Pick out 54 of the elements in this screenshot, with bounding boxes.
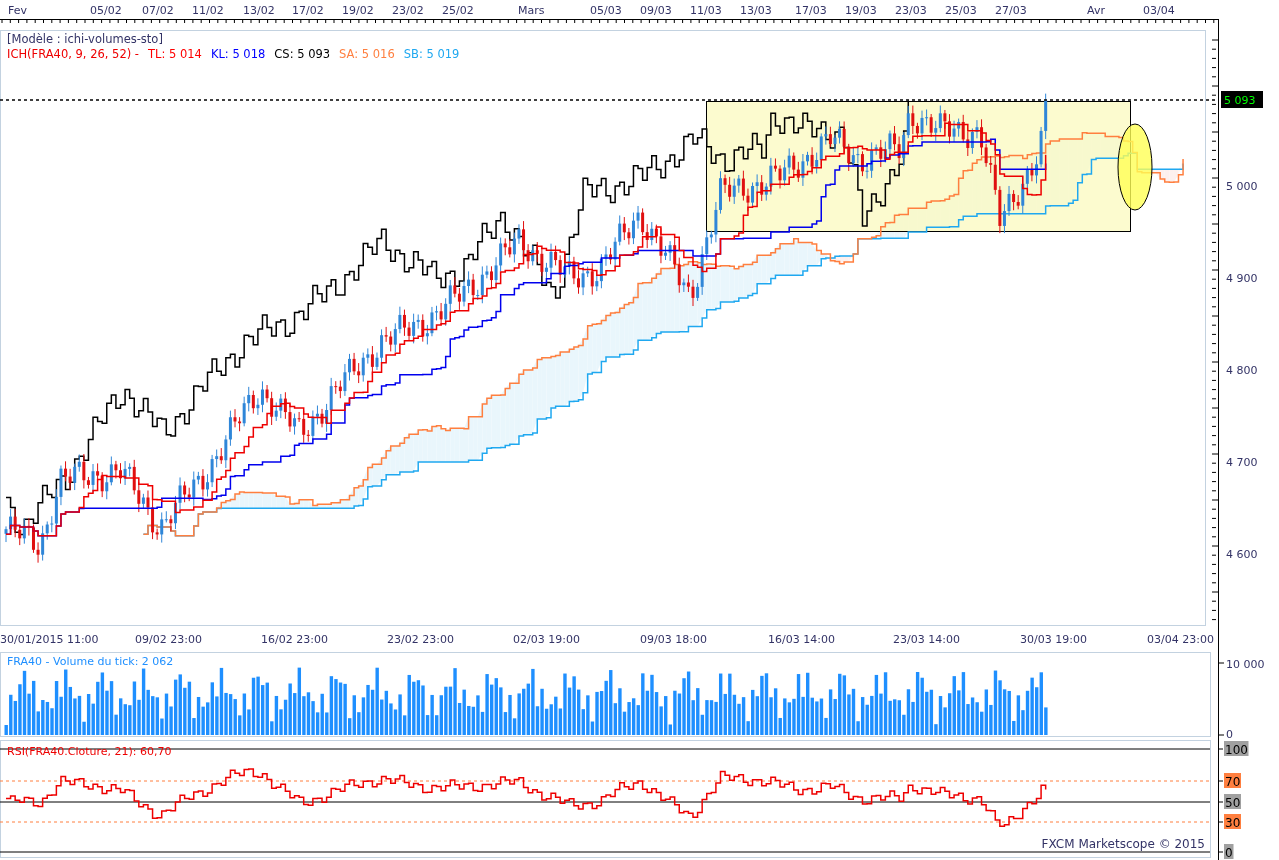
time-label: 03/04 23:00	[1147, 633, 1214, 646]
time-label: 02/03 19:00	[513, 633, 580, 646]
indicator-value: KL: 5 018	[210, 47, 266, 62]
price-label: 4 700	[1226, 456, 1258, 469]
date-label: Mars	[518, 4, 545, 17]
time-label: 30/01/2015 11:00	[0, 633, 99, 646]
date-label: 11/03	[690, 4, 722, 17]
date-label: 05/02	[90, 4, 122, 17]
date-label: 13/02	[243, 4, 275, 17]
time-label: 16/03 14:00	[768, 633, 835, 646]
date-label: Avr	[1087, 4, 1105, 17]
date-label: 25/03	[945, 4, 977, 17]
price-label: 4 800	[1226, 364, 1258, 377]
time-label: 30/03 19:00	[1020, 633, 1087, 646]
volume-title: FRA40 - Volume du tick: 2 062	[7, 655, 174, 668]
rsi-axis-label: 70	[1225, 774, 1241, 789]
date-label: 23/03	[895, 4, 927, 17]
rsi-axis-label: 30	[1225, 815, 1241, 830]
date-label: 17/03	[795, 4, 827, 17]
price-label: 5 000	[1226, 180, 1258, 193]
time-label: 23/02 23:00	[387, 633, 454, 646]
price-label: 4 900	[1226, 272, 1258, 285]
rsi-axis-label: 100	[1225, 742, 1248, 757]
time-label: 09/03 18:00	[640, 633, 707, 646]
price-label: 4 600	[1226, 548, 1258, 561]
date-label: 13/03	[740, 4, 772, 17]
volume-axis-label: 10 000	[1226, 658, 1265, 671]
indicator-value: TL: 5 014	[148, 47, 202, 62]
rsi-axis-label: 50	[1225, 795, 1241, 810]
date-label: 03/04	[1143, 4, 1175, 17]
time-label: 16/02 23:00	[261, 633, 328, 646]
volume-axis-label: 0	[1226, 728, 1233, 741]
indicator-value: CS: 5 093	[274, 47, 331, 62]
time-label: 23/03 14:00	[893, 633, 960, 646]
indicator-value: SA: 5 016	[339, 47, 395, 62]
date-label: 19/03	[845, 4, 877, 17]
date-label: 23/02	[392, 4, 424, 17]
date-label: 19/02	[342, 4, 374, 17]
template-label: [Modèle : ichi-volumes-sto]	[7, 32, 164, 47]
last-price-label: 5 093	[1221, 91, 1263, 108]
date-label: 05/03	[590, 4, 622, 17]
indicator-name: ICH(FRA40, 9, 26, 52) -	[7, 47, 139, 62]
date-label: 25/02	[442, 4, 474, 17]
date-label: 11/02	[192, 4, 224, 17]
rsi-title: RSI(FRA40.Cloture, 21): 60,70	[7, 745, 172, 758]
date-label: 07/02	[142, 4, 174, 17]
rsi-axis-label: 0	[1225, 845, 1233, 860]
indicator-value: SB: 5 019	[403, 47, 460, 62]
date-label: 17/02	[292, 4, 324, 17]
date-label: 09/03	[640, 4, 672, 17]
copyright-text: FXCM Marketscope © 2015	[1041, 837, 1205, 851]
time-label: 09/02 23:00	[135, 633, 202, 646]
date-label: Fev	[8, 4, 27, 17]
date-label: 27/03	[995, 4, 1027, 17]
